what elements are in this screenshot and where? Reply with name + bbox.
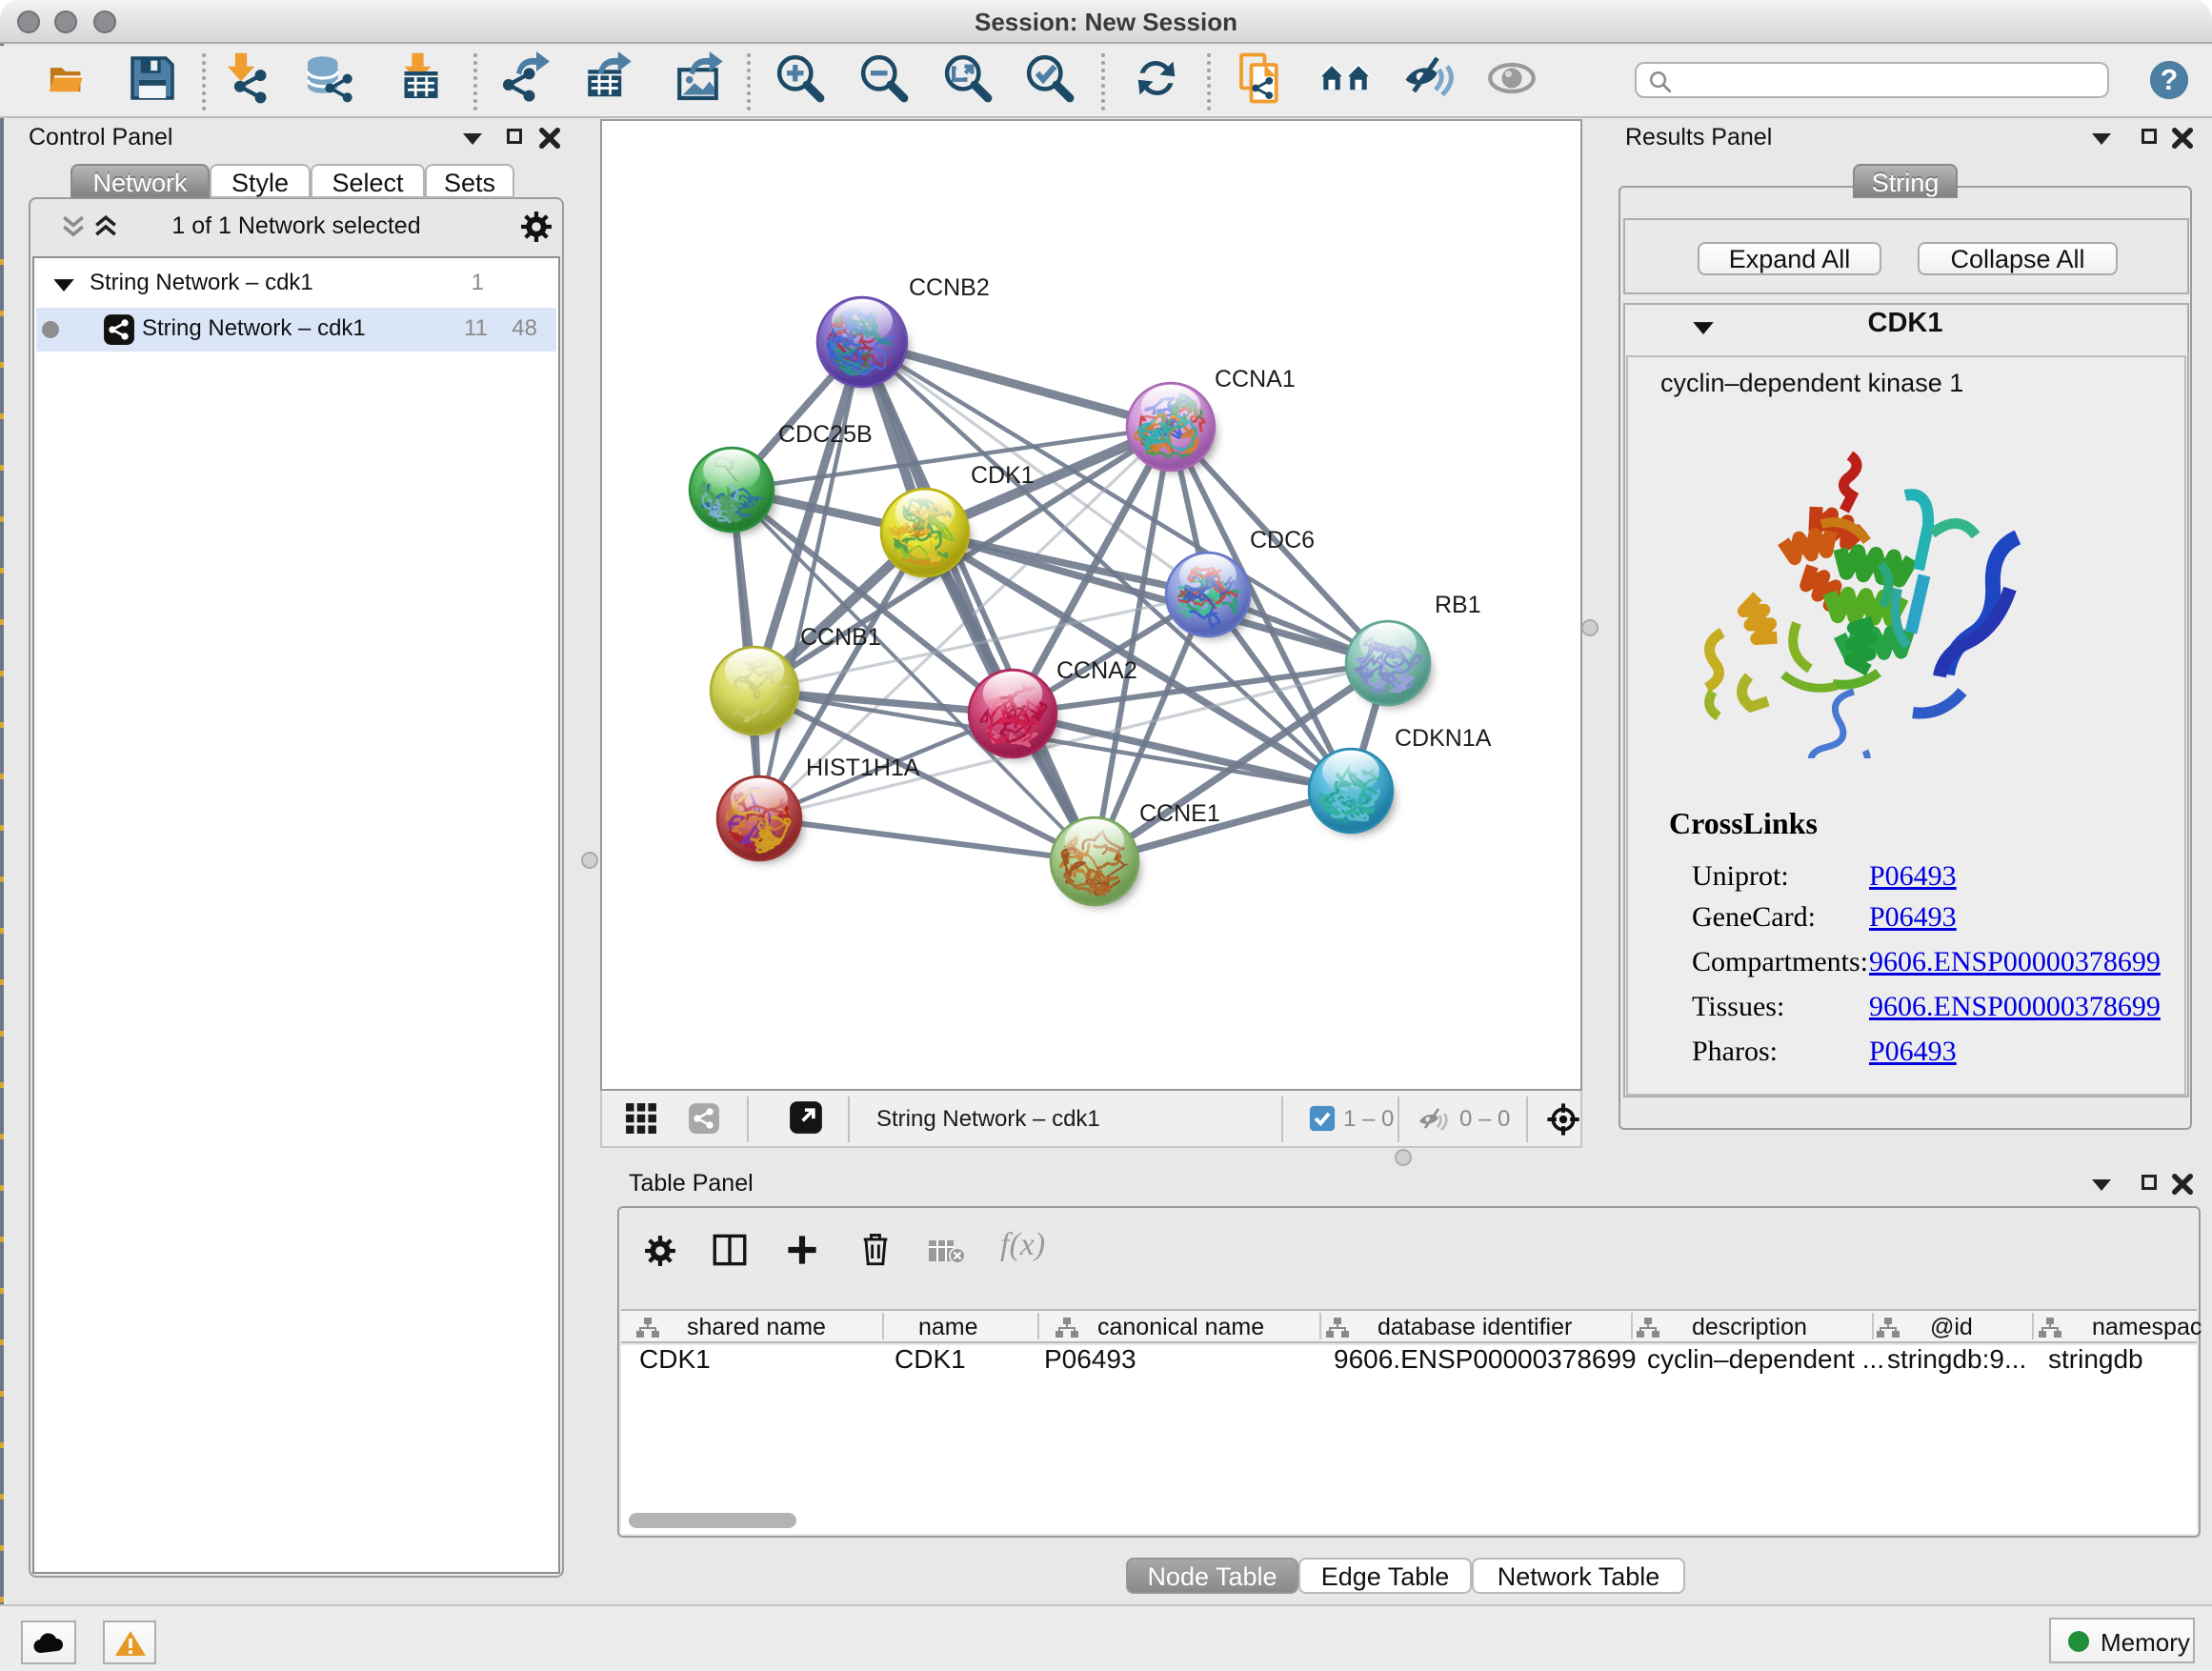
svg-text:CDKN1A: CDKN1A (1395, 725, 1492, 752)
svg-text:RB1: RB1 (1435, 592, 1481, 618)
svg-text:CCNA2: CCNA2 (1056, 657, 1137, 684)
svg-text:CDC6: CDC6 (1250, 527, 1315, 554)
svg-text:CCNA1: CCNA1 (1215, 366, 1296, 393)
svg-text:CDK1: CDK1 (971, 462, 1035, 489)
svg-text:CCNE1: CCNE1 (1139, 800, 1220, 827)
svg-text:CDC25B: CDC25B (778, 421, 873, 448)
svg-text:?: ? (2161, 65, 2178, 96)
svg-text:CCNB1: CCNB1 (800, 624, 881, 651)
svg-text:HIST1H1A: HIST1H1A (806, 755, 920, 781)
svg-text:CCNB2: CCNB2 (909, 274, 990, 301)
